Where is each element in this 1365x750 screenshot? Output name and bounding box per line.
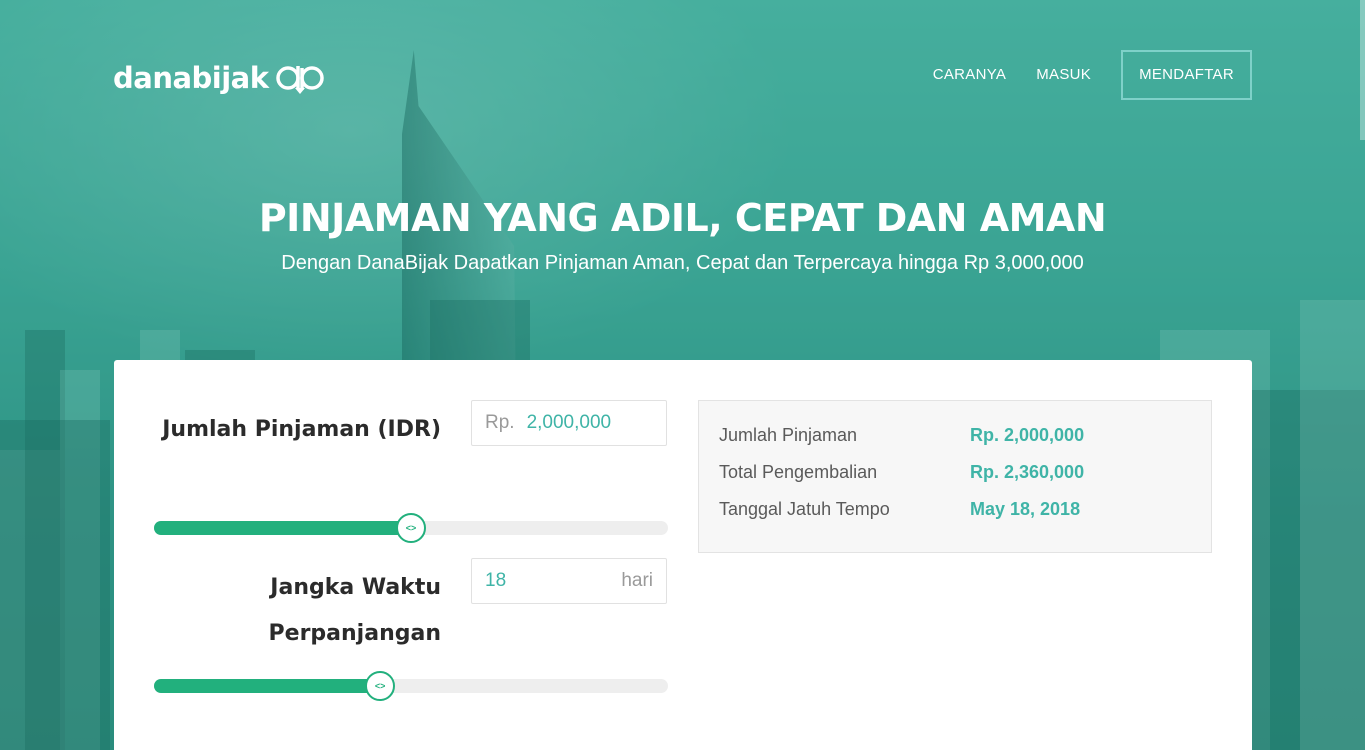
scrollbar[interactable] <box>1360 0 1365 140</box>
summary-label: Jumlah Pinjaman <box>719 425 858 445</box>
summary-row-due-date: Tanggal Jatuh Tempo May 18, 2018 <box>719 491 1191 528</box>
loan-amount-slider[interactable]: <> <box>154 513 668 543</box>
summary-value: May 18, 2018 <box>970 499 1081 519</box>
loan-summary-panel: Jumlah Pinjaman Rp. 2,000,000 Total Peng… <box>698 400 1212 553</box>
loan-amount-slider-fill <box>154 521 411 535</box>
loan-calculator-card: Jumlah Pinjaman (IDR) Rp. 2,000,000 <> J… <box>114 360 1252 750</box>
tenor-input[interactable]: 18 hari <box>471 558 667 604</box>
summary-row-amount: Jumlah Pinjaman Rp. 2,000,000 <box>719 417 1191 454</box>
nav-link-masuk[interactable]: MASUK <box>1036 50 1091 100</box>
summary-row-total: Total Pengembalian Rp. 2,360,000 <box>719 454 1191 491</box>
hero-subtitle: Dengan DanaBijak Dapatkan Pinjaman Aman,… <box>281 252 1084 274</box>
summary-label: Total Pengembalian <box>719 462 878 482</box>
tenor-unit: hari <box>621 570 653 591</box>
tenor-slider[interactable]: <> <box>154 671 668 701</box>
summary-value: Rp. 2,000,000 <box>970 425 1085 445</box>
loan-amount-value: 2,000,000 <box>526 412 612 433</box>
nav-link-caranya[interactable]: CARANYA <box>933 50 1007 100</box>
tenor-slider-fill <box>154 679 381 693</box>
currency-prefix: Rp. <box>485 412 515 433</box>
tenor-slider-handle[interactable]: <> <box>365 671 396 701</box>
danabijak-logo-icon <box>275 66 324 94</box>
summary-label: Tanggal Jatuh Tempo <box>719 499 890 519</box>
summary-value: Rp. 2,360,000 <box>970 462 1085 482</box>
site-header: danabijak CARANYA MASUK MENDAFTAR <box>0 0 1365 150</box>
brand-name: danabijak <box>113 61 269 95</box>
loan-amount-slider-handle[interactable]: <> <box>396 513 426 543</box>
signup-button[interactable]: MENDAFTAR <box>1121 50 1252 100</box>
tenor-label: Jangka Waktu Perpanjangan <box>268 575 441 646</box>
tenor-value: 18 <box>485 570 507 591</box>
hero-section: PINJAMAN YANG ADIL, CEPAT DAN AMAN Denga… <box>0 196 1365 275</box>
main-nav: CARANYA MASUK MENDAFTAR <box>933 50 1252 100</box>
brand-logo[interactable]: danabijak <box>113 58 329 98</box>
loan-amount-label: Jumlah Pinjaman (IDR) <box>162 417 441 442</box>
hero-title: PINJAMAN YANG ADIL, CEPAT DAN AMAN <box>258 196 1107 240</box>
loan-amount-input[interactable]: Rp. 2,000,000 <box>471 400 667 446</box>
